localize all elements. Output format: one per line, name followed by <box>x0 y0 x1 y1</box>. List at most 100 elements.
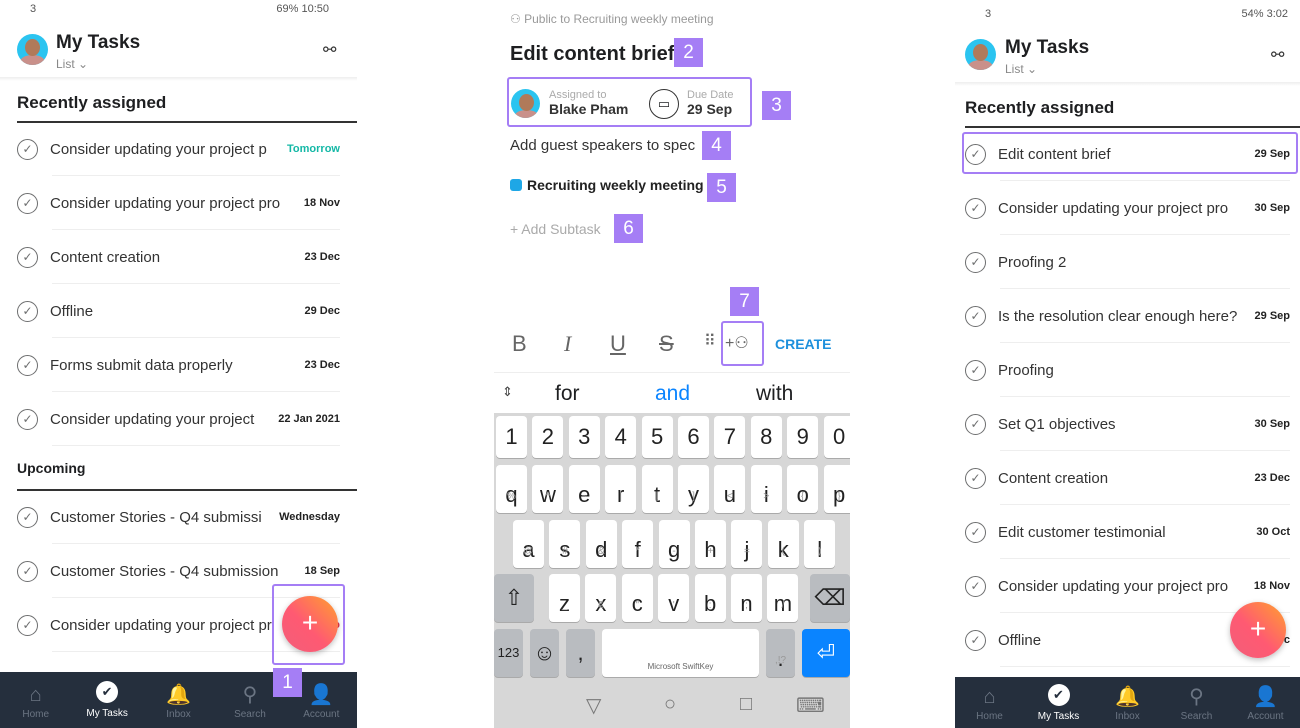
expand-icon[interactable]: ⇕ <box>502 384 513 400</box>
calendar-icon[interactable]: ▭ <box>649 89 679 119</box>
underline-button[interactable]: U <box>610 331 626 357</box>
key[interactable]: ^ w <box>532 465 564 513</box>
back-icon[interactable]: ▽ <box>586 693 601 718</box>
bold-button[interactable]: B <box>512 331 527 357</box>
filter-icon[interactable]: ⚯ <box>323 40 336 60</box>
key[interactable]: _ z <box>549 574 580 622</box>
key[interactable]: = j <box>731 520 763 568</box>
check-circle-icon[interactable]: ✓ <box>965 305 986 327</box>
assignee-avatar[interactable] <box>511 89 540 118</box>
task-row[interactable]: ✓ Edit customer testimonial 30 Oct <box>965 505 1290 559</box>
key[interactable]: | r <box>605 465 637 513</box>
check-circle-icon[interactable]: ✓ <box>17 354 38 376</box>
key[interactable]: 1 <box>496 416 527 458</box>
check-circle-icon[interactable]: ✓ <box>17 300 38 322</box>
key[interactable]: 3 <box>568 416 600 458</box>
period-key[interactable]: ,!?. <box>766 629 795 677</box>
due-date-field[interactable]: Due Date 29 Sep <box>687 89 733 117</box>
task-row[interactable]: ✓ Offline 29 Dec <box>17 284 340 338</box>
task-row[interactable]: ✓ Proofing 2 <box>965 235 1290 289</box>
key[interactable]: ; n <box>731 574 762 622</box>
check-circle-icon[interactable]: ✓ <box>965 413 986 435</box>
task-row[interactable]: ✓ Consider updating your project pro 30 Se… <box>965 181 1290 235</box>
key[interactable]: [t <box>641 465 673 513</box>
check-circle-icon[interactable]: ✓ <box>965 359 986 381</box>
italic-button[interactable]: I <box>564 331 571 357</box>
key[interactable]: > i <box>750 465 782 513</box>
key[interactable]: {o <box>787 465 819 513</box>
numbers-key[interactable]: 123 <box>494 629 523 677</box>
task-row[interactable]: ✓ Proofing <box>965 343 1290 397</box>
key[interactable]: * f <box>622 520 654 568</box>
nav-my-tasks[interactable]: ✔ My Tasks <box>1024 677 1093 728</box>
create-button[interactable]: CREATE <box>775 336 832 352</box>
add-subtask-button[interactable]: + Add Subtask <box>510 221 601 237</box>
avatar[interactable] <box>965 39 996 70</box>
key[interactable]: @ a <box>513 520 544 568</box>
nav-inbox[interactable]: 🔔 Inbox <box>143 672 214 728</box>
key[interactable]: + h <box>695 520 726 568</box>
key[interactable]: / m <box>767 574 799 622</box>
nav-search[interactable]: ⚲ Search <box>1162 677 1231 728</box>
key[interactable]: < u <box>714 465 746 513</box>
key[interactable]: :b <box>694 574 726 622</box>
nav-home[interactable]: ⌂ Home <box>0 672 71 728</box>
comma-key[interactable]: , <box>566 629 595 677</box>
assignee-field[interactable]: Assigned to Blake Pham <box>549 89 628 117</box>
add-task-fab[interactable]: + <box>1230 602 1286 658</box>
list-icon[interactable]: ⠿ <box>704 331 716 351</box>
key[interactable]: 7 <box>714 416 746 458</box>
task-row[interactable]: ✓ Consider updating your project 22 Jan 20… <box>17 392 340 446</box>
description-input[interactable]: Add guest speakers to spec <box>510 137 695 154</box>
check-circle-icon[interactable]: ✓ <box>17 138 38 160</box>
check-circle-icon[interactable]: ✓ <box>965 521 986 543</box>
keyboard-icon[interactable]: ⌨ <box>796 693 825 718</box>
task-row[interactable]: ✓ Set Q1 objectives 30 Sep <box>965 397 1290 451</box>
recents-icon[interactable]: □ <box>740 693 752 716</box>
strikethrough-button[interactable]: S <box>659 331 674 357</box>
emoji-key[interactable]: ☺ <box>530 629 559 677</box>
key[interactable]: ) l <box>804 520 836 568</box>
task-row[interactable]: ✓ Is the resolution clear enough here? 29 … <box>965 289 1290 343</box>
check-circle-icon[interactable]: ✓ <box>17 408 38 430</box>
task-row[interactable]: ✓ Content creation 23 Dec <box>965 451 1290 505</box>
key[interactable]: ' v <box>658 574 690 622</box>
key[interactable]: 2 <box>532 416 564 458</box>
home-icon[interactable]: ○ <box>664 693 676 716</box>
check-circle-icon[interactable]: ✓ <box>17 560 38 582</box>
key[interactable]: € x <box>585 574 617 622</box>
suggestion[interactable]: and <box>655 382 690 406</box>
check-circle-icon[interactable]: ✓ <box>17 614 38 636</box>
key[interactable]: # s <box>549 520 581 568</box>
task-row[interactable]: ✓ Consider updating your project pro 18 No… <box>17 176 340 230</box>
privacy-row[interactable]: ⚇ Public to Recruiting weekly meeting <box>510 12 714 26</box>
key[interactable]: ~ e <box>568 465 600 513</box>
key[interactable]: " c <box>621 574 653 622</box>
enter-key[interactable]: ⏎ <box>802 629 850 677</box>
key[interactable]: (k <box>767 520 799 568</box>
key[interactable]: 9 <box>787 416 819 458</box>
key[interactable]: 6 <box>678 416 709 458</box>
check-circle-icon[interactable]: ✓ <box>17 506 38 528</box>
backspace-key[interactable]: ⌫ <box>810 574 850 622</box>
space-key[interactable]: Microsoft SwiftKey <box>602 629 759 677</box>
nav-inbox[interactable]: 🔔 Inbox <box>1093 677 1162 728</box>
check-circle-icon[interactable]: ✓ <box>17 192 38 214</box>
key[interactable]: -g <box>658 520 690 568</box>
task-row[interactable]: ✓ Forms submit data properly 23 Dec <box>17 338 340 392</box>
check-circle-icon[interactable]: ✓ <box>17 246 38 268</box>
shift-key[interactable]: ⇧ <box>494 574 534 622</box>
key[interactable]: 0 <box>823 416 850 458</box>
project-tag[interactable]: Recruiting weekly meeting <box>510 177 704 193</box>
avatar[interactable] <box>17 34 48 65</box>
suggestion[interactable]: for <box>555 382 580 406</box>
check-circle-icon[interactable]: ✓ <box>965 197 986 219</box>
key[interactable]: 8 <box>750 416 782 458</box>
key[interactable]: ] y <box>678 465 709 513</box>
task-row[interactable]: ✓ Customer Stories - Q4 submissi Wednesday <box>17 490 340 544</box>
key[interactable]: 5 <box>641 416 673 458</box>
check-circle-icon[interactable]: ✓ <box>965 467 986 489</box>
suggestion[interactable]: with <box>756 382 793 406</box>
task-row[interactable]: ✓ Consider updating your project p Tomorro… <box>17 122 340 176</box>
key[interactable]: 4 <box>605 416 637 458</box>
